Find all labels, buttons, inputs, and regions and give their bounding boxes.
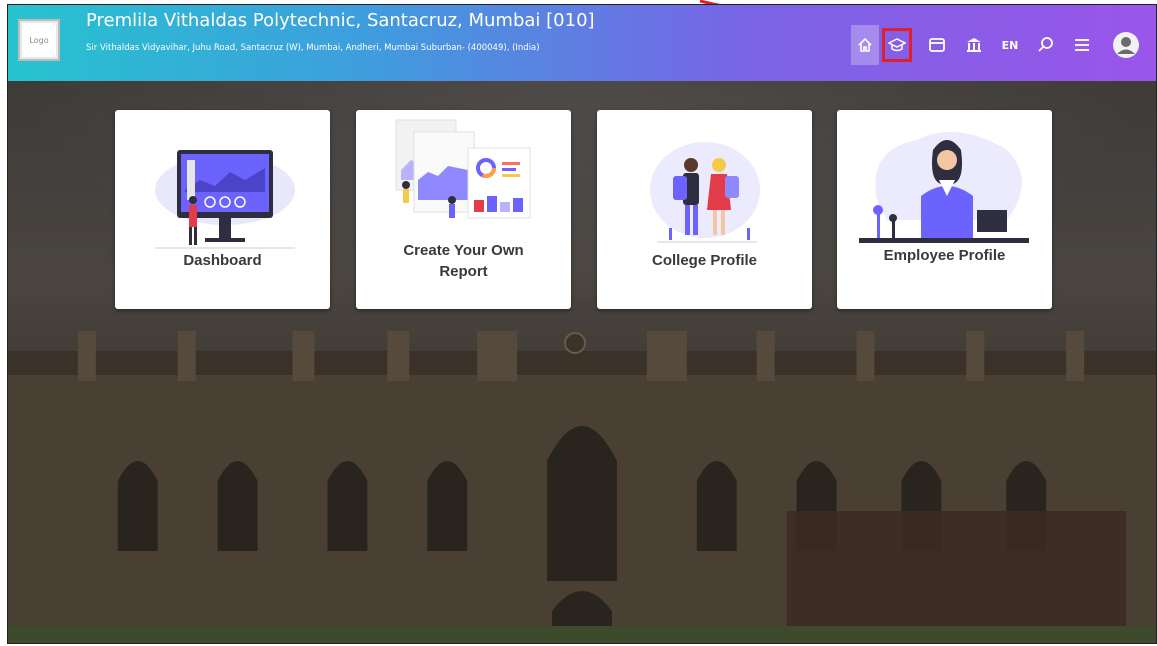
app-window: Logo Premlila Vithaldas Polytechnic, San… (7, 4, 1157, 644)
college-building-image (8, 331, 1156, 643)
create-report-tile[interactable]: Create Your Own Report (356, 110, 571, 309)
college-profile-label: College Profile (651, 252, 758, 269)
college-title: Premlila Vithaldas Polytechnic, Santacru… (86, 10, 595, 31)
avatar-icon (1113, 32, 1139, 58)
college-profile-illustration (650, 142, 760, 243)
window-button[interactable] (923, 25, 951, 65)
language-label: EN (1001, 38, 1019, 52)
header-bar: Logo Premlila Vithaldas Polytechnic, San… (8, 5, 1156, 81)
search-icon (1038, 37, 1053, 52)
create-report-label-line2: Report (439, 263, 488, 280)
campus-background: Dashboard Create Your Own Report College… (8, 81, 1156, 643)
institution-button[interactable] (960, 25, 988, 65)
dashboard-tile[interactable]: Dashboard (115, 110, 330, 309)
create-report-label-line1: Create Your Own (403, 242, 524, 259)
logo-text: Logo (29, 35, 49, 45)
college-profile-tile[interactable]: College Profile (597, 110, 812, 309)
education-button[interactable] (879, 25, 915, 65)
menu-button[interactable] (1068, 25, 1096, 65)
language-toggle[interactable]: EN (996, 25, 1024, 65)
window-icon (929, 38, 945, 52)
employee-profile-label: Employee Profile (883, 247, 1006, 264)
dashboard-label: Dashboard (183, 252, 262, 269)
college-address: Sir Vithaldas Vidyavihar, Juhu Road, San… (86, 43, 540, 53)
menu-icon (1075, 39, 1089, 51)
user-avatar[interactable] (1112, 25, 1140, 65)
employee-profile-tile[interactable]: Employee Profile (837, 110, 1052, 309)
dashboard-illustration (155, 150, 295, 249)
home-button[interactable] (851, 25, 879, 65)
graduation-cap-icon (888, 38, 906, 52)
search-button[interactable] (1032, 25, 1060, 65)
college-logo: Logo (18, 19, 60, 61)
home-icon (858, 37, 872, 52)
employee-profile-illustration (859, 132, 1029, 243)
institution-icon (967, 38, 981, 52)
